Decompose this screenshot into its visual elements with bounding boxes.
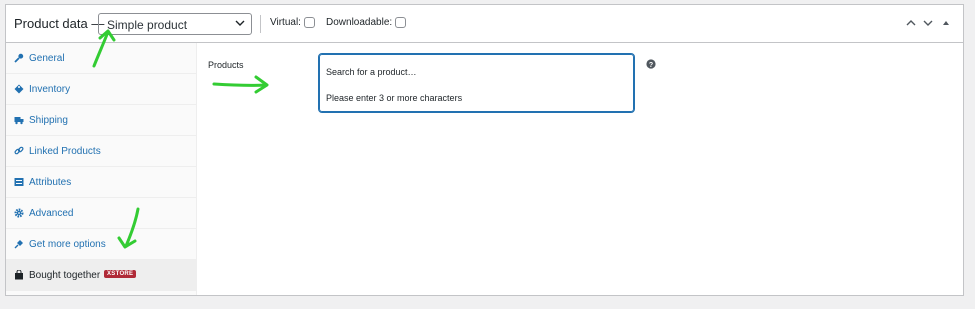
bag-icon	[15, 270, 23, 280]
search-min-chars-message: Please enter 3 or more characters	[326, 93, 463, 103]
chevron-down-icon	[235, 20, 245, 26]
tab-label: Inventory	[29, 84, 71, 95]
tab-label: Attributes	[29, 177, 72, 188]
product-search-input[interactable]: Search for a product…	[326, 67, 417, 77]
link-icon	[14, 146, 24, 155]
svg-text:?: ?	[649, 62, 653, 69]
tag-icon	[14, 84, 24, 94]
tab-label: Get more options	[29, 239, 106, 250]
downloadable-label: Downloadable:	[326, 17, 393, 28]
panel-header: Product data — Simple product Virtual: D…	[6, 5, 963, 43]
annotation-arrow-right-icon	[212, 75, 269, 94]
tab-linked-products[interactable]: Linked Products	[6, 136, 197, 167]
chevron-up-icon[interactable]	[905, 18, 917, 28]
tab-label: General	[29, 53, 65, 64]
product-search-dropdown[interactable]: Search for a product… Please enter 3 or …	[318, 53, 635, 113]
help-icon[interactable]: ?	[646, 59, 656, 69]
tab-advanced[interactable]: Advanced	[6, 198, 197, 229]
virtual-label: Virtual:	[270, 17, 301, 28]
product-data-panel: Product data — Simple product Virtual: D…	[5, 4, 964, 296]
gear-icon	[14, 208, 24, 218]
tab-label: Bought together	[29, 270, 101, 281]
list-icon	[14, 178, 24, 186]
tab-bought-together[interactable]: Bought together XSTORE	[6, 260, 197, 291]
products-field-label: Products	[208, 60, 244, 70]
tab-get-more-options[interactable]: Get more options	[6, 229, 197, 260]
tab-inventory[interactable]: Inventory	[6, 74, 197, 105]
downloadable-checkbox[interactable]	[395, 17, 407, 28]
tab-label: Advanced	[29, 208, 74, 219]
tab-shipping[interactable]: Shipping	[6, 105, 197, 136]
virtual-checkbox[interactable]	[303, 17, 315, 28]
tab-label: Shipping	[29, 115, 68, 126]
truck-icon	[14, 117, 24, 125]
virtual-option[interactable]: Virtual:	[270, 17, 315, 28]
tab-label: Linked Products	[29, 146, 101, 157]
xstore-badge: XSTORE	[104, 270, 137, 278]
header-divider	[260, 15, 261, 33]
collapse-arrow-icon[interactable]	[941, 18, 951, 28]
plugin-icon	[14, 240, 23, 249]
wrench-icon	[14, 53, 24, 63]
downloadable-option[interactable]: Downloadable:	[326, 17, 407, 28]
annotation-arrow-down-icon	[117, 207, 140, 249]
annotation-arrow-up-icon	[92, 29, 116, 68]
chevron-down-icon[interactable]	[922, 18, 934, 28]
product-data-tabs: General Inventory Shipping Linked Produc…	[6, 43, 197, 295]
tab-attributes[interactable]: Attributes	[6, 167, 197, 198]
